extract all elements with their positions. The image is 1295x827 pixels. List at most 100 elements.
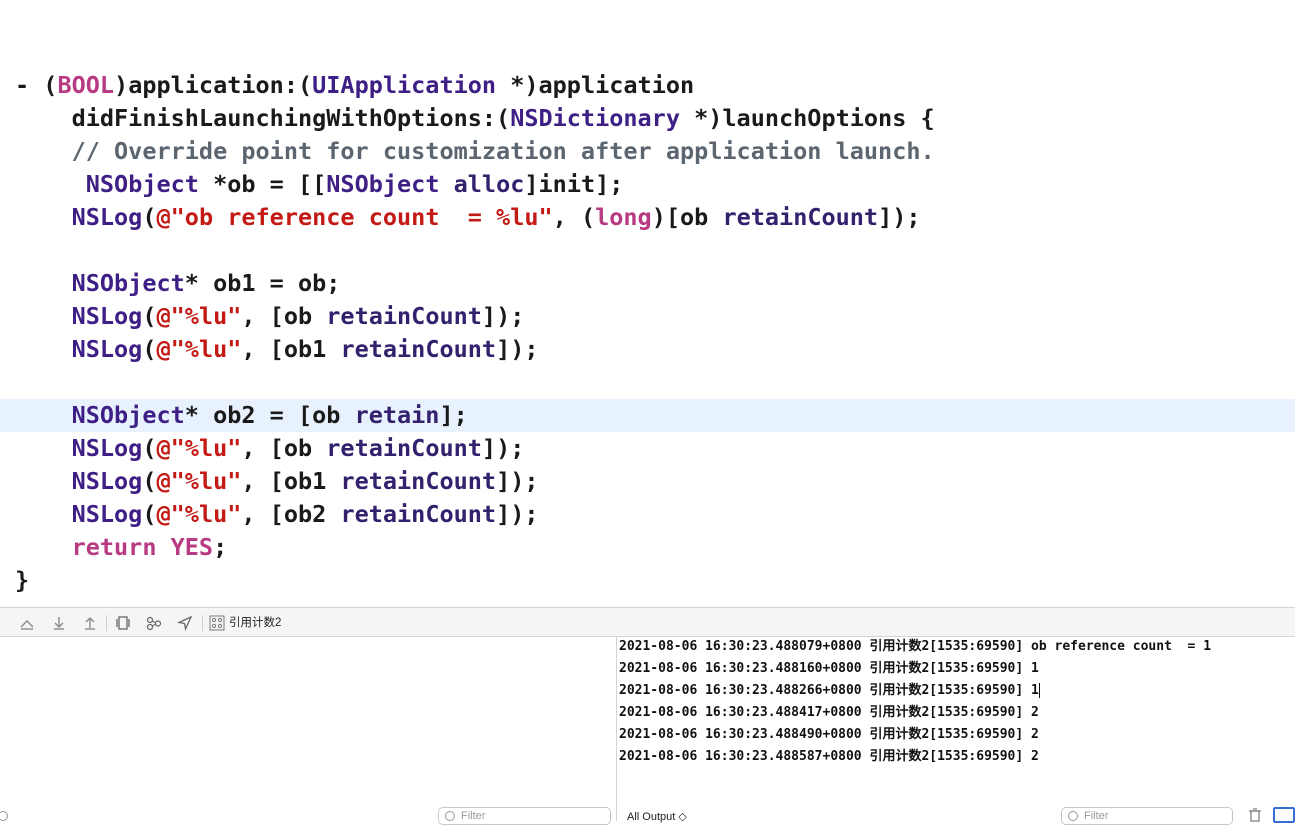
code-token-method: retainCount [722, 203, 879, 231]
code-token-plain: )[ob [651, 203, 723, 231]
simulate-location-icon[interactable] [176, 614, 194, 632]
console-output[interactable]: 2021-08-06 16:30:23.488079+0800 引用计数2[15… [617, 637, 1295, 821]
variables-filter-placeholder: Filter [461, 810, 486, 822]
code-line[interactable]: NSLog(@"%lu", [ob2 retainCount]); [0, 498, 1295, 531]
console-line-text: 2021-08-06 16:30:23.488160+0800 引用计数2[15… [619, 661, 1039, 676]
code-token-plain: ]); [496, 335, 539, 363]
console-filter-placeholder: Filter [1084, 810, 1109, 822]
console-line: 2021-08-06 16:30:23.488160+0800 引用计数2[15… [619, 658, 1039, 680]
code-token-plain: ]); [481, 302, 525, 330]
code-editor[interactable]: - (BOOL)application:(UIApplication *)app… [0, 0, 1295, 607]
code-token-string: @"%lu" [156, 500, 242, 528]
code-token-string: @"%lu" [156, 434, 242, 462]
target-label[interactable]: 引用计数2 [229, 615, 281, 631]
console-line-text: 2021-08-06 16:30:23.488490+0800 引用计数2[15… [619, 727, 1039, 742]
code-token-plain: * ob1 = ob; [184, 269, 341, 297]
code-token-plain: ]); [878, 203, 921, 231]
code-line[interactable]: NSObject* ob1 = ob; [0, 267, 1295, 300]
code-token-plain: ( [142, 203, 157, 231]
code-token-type: NSLog [71, 302, 143, 330]
code-line[interactable] [0, 234, 1295, 267]
code-token-plain: , [ob1 [241, 335, 341, 363]
code-line[interactable]: NSLog(@"%lu", [ob1 retainCount]); [0, 333, 1295, 366]
code-token-type: NSLog [71, 500, 143, 528]
console-line: 2021-08-06 16:30:23.488079+0800 引用计数2[15… [619, 637, 1211, 658]
code-token-string: @"%lu" [156, 467, 242, 495]
code-token-plain: *ob = [[ [198, 170, 327, 198]
code-token-method: retainCount [326, 302, 482, 330]
toolbar-separator [202, 615, 203, 631]
code-line[interactable]: NSObject* ob2 = [ob retain]; [0, 399, 1295, 432]
code-token-plain: ( [142, 467, 157, 495]
code-token-plain: , [ob [241, 302, 327, 330]
code-token-plain: - ( [15, 71, 58, 99]
code-token-string: @"%lu" [156, 302, 242, 330]
console-filter-field[interactable]: Filter [1061, 807, 1233, 825]
code-token-plain: * ob2 = [ob [184, 401, 355, 429]
hide-debug-area-icon[interactable] [18, 614, 36, 632]
code-line[interactable]: didFinishLaunchingWithOptions:(NSDiction… [0, 102, 1295, 135]
code-line[interactable]: // Override point for customization afte… [0, 135, 1295, 168]
variables-view [0, 637, 616, 821]
console-line: 2021-08-06 16:30:23.488417+0800 引用计数2[15… [619, 702, 1039, 724]
console-line-text: 2021-08-06 16:30:23.488587+0800 引用计数2[15… [619, 749, 1039, 764]
memory-graph-icon[interactable] [145, 614, 163, 632]
code-line[interactable]: return YES; [0, 531, 1295, 564]
code-token-type: NSObject [85, 170, 199, 198]
filter-icon [445, 811, 455, 821]
code-token-plain: *)application [496, 71, 695, 99]
code-token-method: retainCount [340, 500, 497, 528]
toolbar-separator [106, 615, 107, 631]
code-token-plain: ( [142, 500, 157, 528]
code-token-plain: , [ob2 [241, 500, 341, 528]
code-line[interactable] [0, 366, 1295, 399]
code-line[interactable]: NSLog(@"%lu", [ob retainCount]); [0, 432, 1295, 465]
code-line[interactable]: NSObject *ob = [[NSObject alloc]init]; [0, 168, 1295, 201]
code-line[interactable]: - (BOOL)application:(UIApplication *)app… [0, 69, 1295, 102]
debug-view-hierarchy-icon[interactable] [114, 614, 132, 632]
code-token-string: @"ob reference count = %lu" [156, 203, 553, 231]
code-token-plain: , [ob [241, 434, 327, 462]
code-token-method: retainCount [340, 335, 497, 363]
code-token-plain: } [15, 566, 30, 594]
step-over-icon[interactable] [50, 614, 68, 632]
step-out-icon[interactable] [81, 614, 99, 632]
console-line: 2021-08-06 16:30:23.488490+0800 引用计数2[15… [619, 724, 1039, 746]
code-token-plain: didFinishLaunchingWithOptions:( [15, 104, 511, 132]
code-token-plain: ( [142, 302, 157, 330]
variables-filter-field[interactable]: Filter [438, 807, 611, 825]
code-token-type: NSLog [71, 467, 143, 495]
console-line: 2021-08-06 16:30:23.488266+0800 引用计数2[15… [619, 680, 1040, 702]
code-line[interactable]: NSLog(@"ob reference count = %lu", (long… [0, 201, 1295, 234]
code-token-comment: // Override point for customization afte… [15, 137, 935, 165]
code-line[interactable]: NSLog(@"%lu", [ob retainCount]); [0, 300, 1295, 333]
code-line[interactable]: NSLog(@"%lu", [ob1 retainCount]); [0, 465, 1295, 498]
console-line-text: 2021-08-06 16:30:23.488266+0800 引用计数2[15… [619, 683, 1039, 698]
code-token-plain: , ( [552, 203, 596, 231]
code-token-keyword: YES [170, 533, 214, 561]
code-token-method: retain [354, 401, 440, 429]
code-token-keyword: long [595, 203, 652, 231]
trash-icon[interactable] [1248, 808, 1262, 822]
code-token-plain: ]); [496, 467, 539, 495]
code-token-type: UIApplication [312, 71, 497, 99]
filter-icon [1068, 811, 1078, 821]
output-select[interactable]: All Output ◇ [627, 810, 687, 823]
code-token-plain: )application:( [114, 71, 313, 99]
code-token-type: NSLog [71, 335, 143, 363]
code-token-type: NSObject [326, 170, 440, 198]
code-line[interactable]: } [0, 564, 1295, 597]
console-line: 2021-08-06 16:30:23.488587+0800 引用计数2[15… [619, 746, 1039, 768]
code-token-plain: ]init]; [524, 170, 624, 198]
code-token-plain: *)launchOptions { [679, 104, 935, 132]
code-token-plain: ]); [496, 500, 539, 528]
